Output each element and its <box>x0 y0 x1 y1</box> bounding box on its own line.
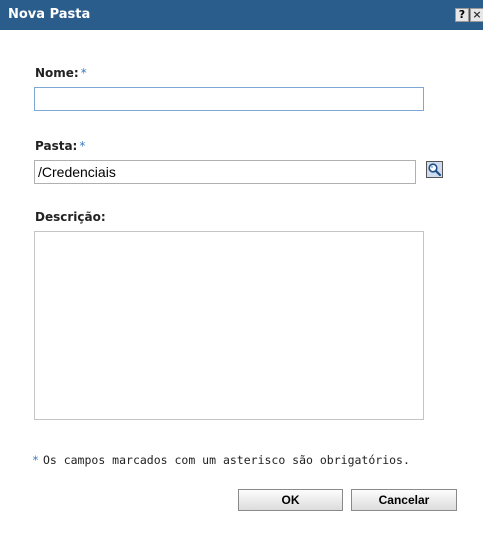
nome-label: Nome: * <box>35 66 87 80</box>
close-button[interactable]: × <box>470 8 483 22</box>
descricao-textarea[interactable] <box>34 231 424 420</box>
pasta-label: Pasta: * <box>35 139 85 153</box>
note-asterisk: * <box>32 453 39 467</box>
nome-label-text: Nome: <box>35 66 79 80</box>
new-folder-dialog: Nova Pasta ? × Nome:* Pasta:* Descrição:… <box>0 0 483 535</box>
title-bar[interactable]: Nova Pasta ? × <box>0 0 483 30</box>
browse-folder-button[interactable] <box>426 161 443 178</box>
nome-input[interactable] <box>34 87 424 111</box>
ok-button[interactable]: OK <box>238 489 343 511</box>
dialog-title: Nova Pasta <box>8 7 91 22</box>
descricao-label-text: Descrição: <box>35 210 106 224</box>
pasta-required-mark: * <box>79 139 86 153</box>
descricao-label: Descrição: <box>35 210 106 224</box>
pasta-label-text: Pasta: <box>35 139 78 153</box>
help-button[interactable]: ? <box>455 8 469 22</box>
magnifier-icon <box>427 162 442 177</box>
pasta-input[interactable] <box>34 160 416 184</box>
required-fields-note: * Os campos marcados com um asterisco são… <box>32 453 410 467</box>
cancel-button[interactable]: Cancelar <box>351 489 457 511</box>
note-text: Os campos marcados com um asterisco são … <box>42 453 410 467</box>
nome-required-mark: * <box>80 66 87 80</box>
